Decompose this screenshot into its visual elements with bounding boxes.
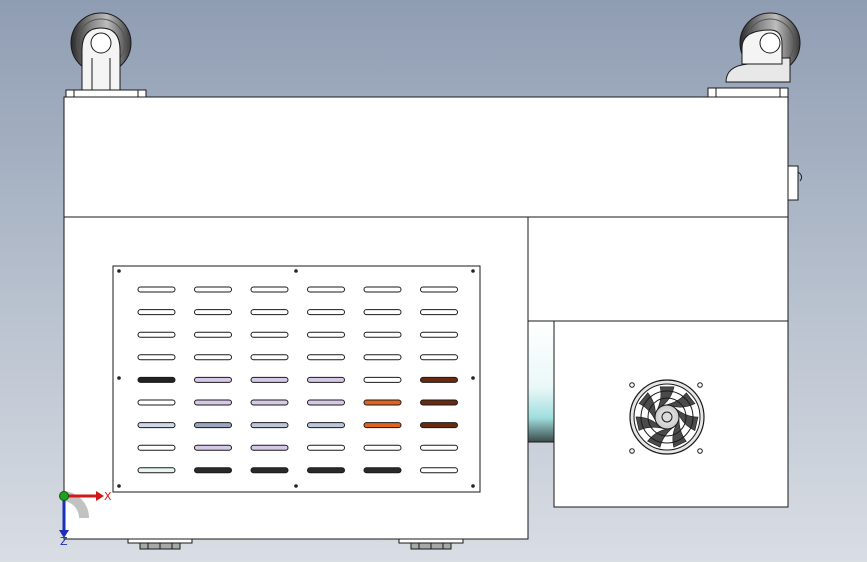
vent-slot bbox=[307, 399, 345, 406]
vent-slot bbox=[363, 444, 402, 451]
screw-icon bbox=[471, 376, 475, 380]
vent-slot bbox=[194, 444, 232, 451]
screw-icon bbox=[117, 376, 121, 380]
vent-slot bbox=[420, 354, 458, 361]
screw-icon bbox=[117, 484, 121, 488]
vent-slot bbox=[250, 422, 289, 429]
z-axis-label: Z bbox=[60, 535, 68, 548]
vent-slot bbox=[137, 399, 176, 406]
vent-slot bbox=[420, 444, 458, 451]
vent-slot bbox=[137, 422, 176, 429]
vent-slot bbox=[363, 467, 402, 474]
vent-slot bbox=[307, 422, 345, 429]
vent-slot bbox=[307, 286, 345, 293]
vent-slot bbox=[194, 286, 232, 293]
vent-slot bbox=[250, 467, 289, 474]
vent-slot bbox=[420, 399, 458, 406]
vent-slot bbox=[137, 286, 176, 293]
vent-slot bbox=[194, 376, 232, 383]
vent-slot bbox=[194, 354, 232, 361]
vent-slot bbox=[137, 467, 176, 474]
screw-icon bbox=[294, 484, 298, 488]
vent-slot bbox=[194, 331, 232, 338]
upper-housing[interactable] bbox=[63, 96, 789, 218]
caster-right[interactable] bbox=[707, 12, 801, 98]
vent-slot bbox=[420, 376, 458, 383]
vent-slot bbox=[137, 309, 176, 316]
side-latch[interactable] bbox=[787, 165, 803, 201]
vent-slot bbox=[137, 331, 176, 338]
vent-slot bbox=[194, 309, 232, 316]
duct-gap bbox=[527, 320, 555, 443]
screw-icon bbox=[294, 269, 298, 273]
vent-slot bbox=[420, 309, 458, 316]
caster-left[interactable] bbox=[65, 12, 147, 98]
vent-slot bbox=[250, 354, 289, 361]
vent-panel[interactable] bbox=[112, 265, 481, 493]
vent-slot bbox=[307, 354, 345, 361]
vent-slot bbox=[194, 422, 232, 429]
vent-slot bbox=[363, 422, 402, 429]
vent-slot bbox=[250, 376, 289, 383]
screw-icon bbox=[471, 484, 475, 488]
vent-slot bbox=[250, 286, 289, 293]
vent-slot bbox=[363, 376, 402, 383]
vent-slot bbox=[307, 309, 345, 316]
vent-slot bbox=[250, 309, 289, 316]
x-axis-label: X bbox=[104, 490, 112, 503]
vent-slot bbox=[420, 422, 458, 429]
screw-icon bbox=[117, 269, 121, 273]
vent-slot bbox=[137, 354, 176, 361]
vent-slot bbox=[307, 467, 345, 474]
vent-slot bbox=[307, 444, 345, 451]
vent-slot bbox=[250, 331, 289, 338]
vent-slot bbox=[137, 444, 176, 451]
foot-right bbox=[398, 538, 464, 550]
vent-slot bbox=[194, 467, 232, 474]
vent-slot bbox=[307, 331, 345, 338]
vent-slot bbox=[363, 331, 402, 338]
vent-slot bbox=[420, 467, 458, 474]
vent-slot bbox=[363, 286, 402, 293]
vent-slot bbox=[363, 309, 402, 316]
foot-left bbox=[127, 538, 193, 550]
vent-slot bbox=[420, 286, 458, 293]
lower-right-housing[interactable] bbox=[527, 216, 789, 322]
vent-slot bbox=[250, 444, 289, 451]
vent-slot bbox=[250, 399, 289, 406]
vent-slot bbox=[307, 376, 345, 383]
vent-slot bbox=[137, 376, 176, 383]
vent-slot bbox=[363, 354, 402, 361]
vent-slot bbox=[194, 399, 232, 406]
screw-icon bbox=[471, 269, 475, 273]
y-axis-dot bbox=[59, 491, 69, 501]
fan-grille-icon[interactable] bbox=[629, 379, 705, 455]
cad-viewport[interactable]: X Z bbox=[0, 0, 867, 562]
vent-slot bbox=[420, 331, 458, 338]
vent-slot bbox=[363, 399, 402, 406]
